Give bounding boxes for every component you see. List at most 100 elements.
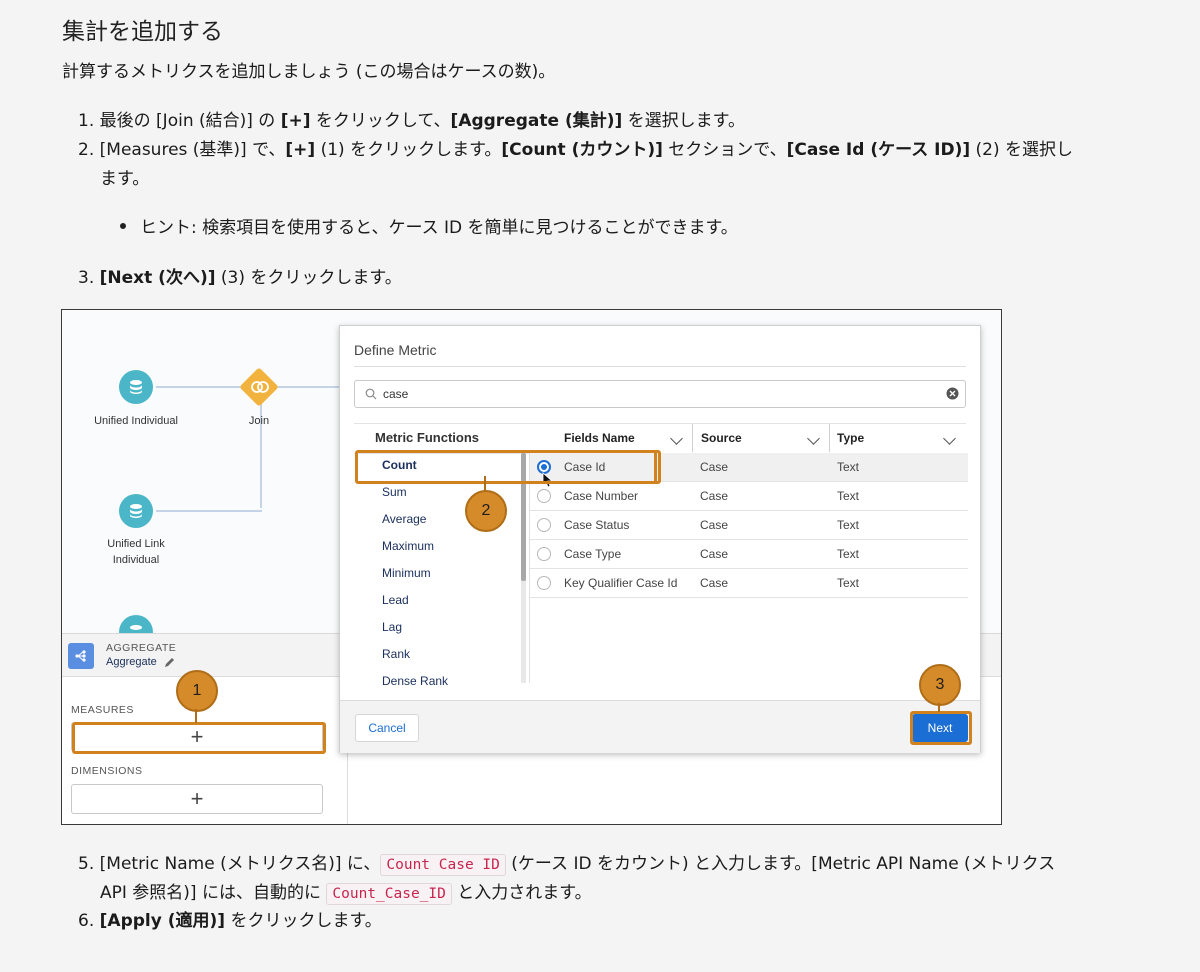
function-dense-rank[interactable]: Dense Rank	[382, 674, 448, 688]
aggregate-name: Aggregate	[106, 656, 157, 668]
callout-badge-2: 2	[465, 490, 507, 532]
field-name: Case Status	[564, 518, 630, 532]
intro-text: 計算するメトリクスを追加しましょう (この場合はケースの数)。	[62, 62, 556, 82]
radio-button[interactable]	[537, 576, 551, 590]
modal-footer: Cancel Next	[340, 700, 980, 753]
field-type: Text	[837, 576, 860, 590]
step-1: 1. 最後の [Join (結合)] の [+] をクリックして、[Aggreg…	[78, 106, 745, 131]
function-maximum[interactable]: Maximum	[382, 539, 434, 553]
step-text: [Metric Name (メトリクス名)] に、	[99, 854, 381, 874]
code-snippet: Count Case ID	[380, 854, 506, 876]
join-rings-icon	[251, 381, 269, 393]
search-icon	[365, 388, 377, 400]
dimensions-label: DIMENSIONS	[71, 765, 143, 777]
step-text: を選択します。	[622, 111, 745, 131]
step-5-wrap: API 参照名)] には、自動的に Count_Case_ID と入力されます。	[100, 878, 592, 905]
step-bold: [Aggregate (集計)]	[450, 111, 623, 131]
radio-button[interactable]	[537, 518, 551, 532]
step-bold: [Count (カウント)]	[501, 140, 663, 160]
callout-highlight	[72, 722, 326, 754]
step-text: (3) をクリックします。	[215, 268, 402, 288]
table-row[interactable]: Case Type Case Text	[530, 540, 968, 569]
add-dimension-button[interactable]: +	[71, 784, 323, 814]
step-text: (2) を選択し	[970, 140, 1074, 160]
function-average[interactable]: Average	[382, 512, 426, 526]
table-row[interactable]: Case Number Case Text	[530, 482, 968, 511]
functions-header: Metric Functions	[375, 430, 480, 445]
step-text: をクリックして、	[310, 111, 451, 131]
badge-stem	[938, 703, 940, 712]
step-text: をクリックします。	[225, 911, 382, 931]
fields-header[interactable]: Fields Name	[564, 424, 635, 452]
step-bold: [+]	[285, 140, 316, 160]
code-snippet: Count_Case_ID	[326, 883, 452, 905]
step-number: 2.	[78, 140, 95, 160]
function-minimum[interactable]: Minimum	[382, 566, 431, 580]
step-number: 3.	[78, 268, 95, 288]
type-header[interactable]: Type	[837, 424, 864, 452]
radio-button[interactable]	[537, 489, 551, 503]
node-label: Unified Link	[107, 538, 165, 550]
badge-stem	[195, 709, 197, 723]
field-source: Case	[700, 547, 729, 561]
edge-line	[156, 386, 242, 388]
step-2-wrap: ます。	[100, 169, 150, 189]
step-number: 5.	[78, 854, 95, 874]
step-number: 6.	[78, 911, 95, 931]
field-source: Case	[700, 460, 729, 474]
field-name: Case Number	[564, 489, 639, 503]
field-type: Text	[837, 518, 860, 532]
field-source: Case	[700, 489, 729, 503]
step-text: と入力されます。	[451, 883, 592, 903]
table-row[interactable]: Key Qualifier Case Id Case Text	[530, 569, 968, 598]
clear-icon[interactable]	[946, 387, 959, 400]
callout-highlight	[910, 711, 972, 745]
field-source: Case	[700, 518, 729, 532]
step-text: [Measures (基準)] で、	[99, 140, 286, 160]
step-text: API 参照名)] には、自動的に	[100, 883, 327, 903]
field-type: Text	[837, 460, 860, 474]
field-name: Case Type	[564, 547, 622, 561]
function-sum[interactable]: Sum	[382, 485, 407, 499]
hint-text: ヒント: 検索項目を使用すると、ケース ID を簡単に見つけることができます。	[140, 218, 738, 238]
table-row[interactable]: Case Status Case Text	[530, 511, 968, 540]
step-text: 最後の [Join (結合)] の	[99, 111, 281, 131]
step-text: (ケース ID をカウント) と入力します。[Metric API Name (…	[505, 854, 1056, 874]
field-source: Case	[700, 576, 729, 590]
database-icon[interactable]	[119, 494, 153, 528]
col-divider	[829, 424, 830, 452]
node-label: Unified Individual	[94, 415, 178, 427]
function-rank[interactable]: Rank	[382, 647, 410, 661]
aggregate-icon	[68, 643, 94, 669]
function-lead[interactable]: Lead	[382, 593, 409, 607]
define-metric-modal: Define Metric case Metric Functions Fiel…	[339, 325, 981, 753]
radio-button[interactable]	[537, 547, 551, 561]
modal-title: Define Metric	[354, 342, 437, 358]
edge-line	[156, 510, 262, 512]
callout-highlight	[508, 450, 657, 484]
field-type: Text	[837, 489, 860, 503]
database-icon[interactable]	[119, 370, 153, 404]
edge-line	[274, 386, 342, 388]
step-text: セクションで、	[662, 140, 787, 160]
divider	[354, 366, 966, 367]
search-value: case	[383, 387, 409, 401]
step-bold: [Next (次へ)]	[99, 268, 216, 288]
measures-label: MEASURES	[71, 704, 134, 716]
step-3: 3. [Next (次へ)] (3) をクリックします。	[78, 263, 402, 288]
step-bold: [Case Id (ケース ID)]	[786, 140, 971, 160]
badge-stem	[484, 476, 486, 491]
col-divider	[692, 424, 693, 452]
step-bold: [Apply (適用)]	[99, 911, 226, 931]
step-bold: [+]	[280, 111, 311, 131]
cancel-button[interactable]: Cancel	[355, 714, 419, 742]
function-lag[interactable]: Lag	[382, 620, 402, 634]
step-6: 6. [Apply (適用)] をクリックします。	[78, 906, 382, 931]
pencil-icon[interactable]	[164, 657, 175, 668]
section-heading: 集計を追加する	[62, 19, 223, 45]
hint-item: ヒント: 検索項目を使用すると、ケース ID を簡単に見つけることができます。	[120, 213, 738, 238]
source-header[interactable]: Source	[701, 424, 742, 452]
metric-search-input[interactable]: case	[354, 380, 966, 408]
node-label: Individual	[112, 554, 160, 566]
aggregate-type: AGGREGATE	[106, 642, 177, 654]
